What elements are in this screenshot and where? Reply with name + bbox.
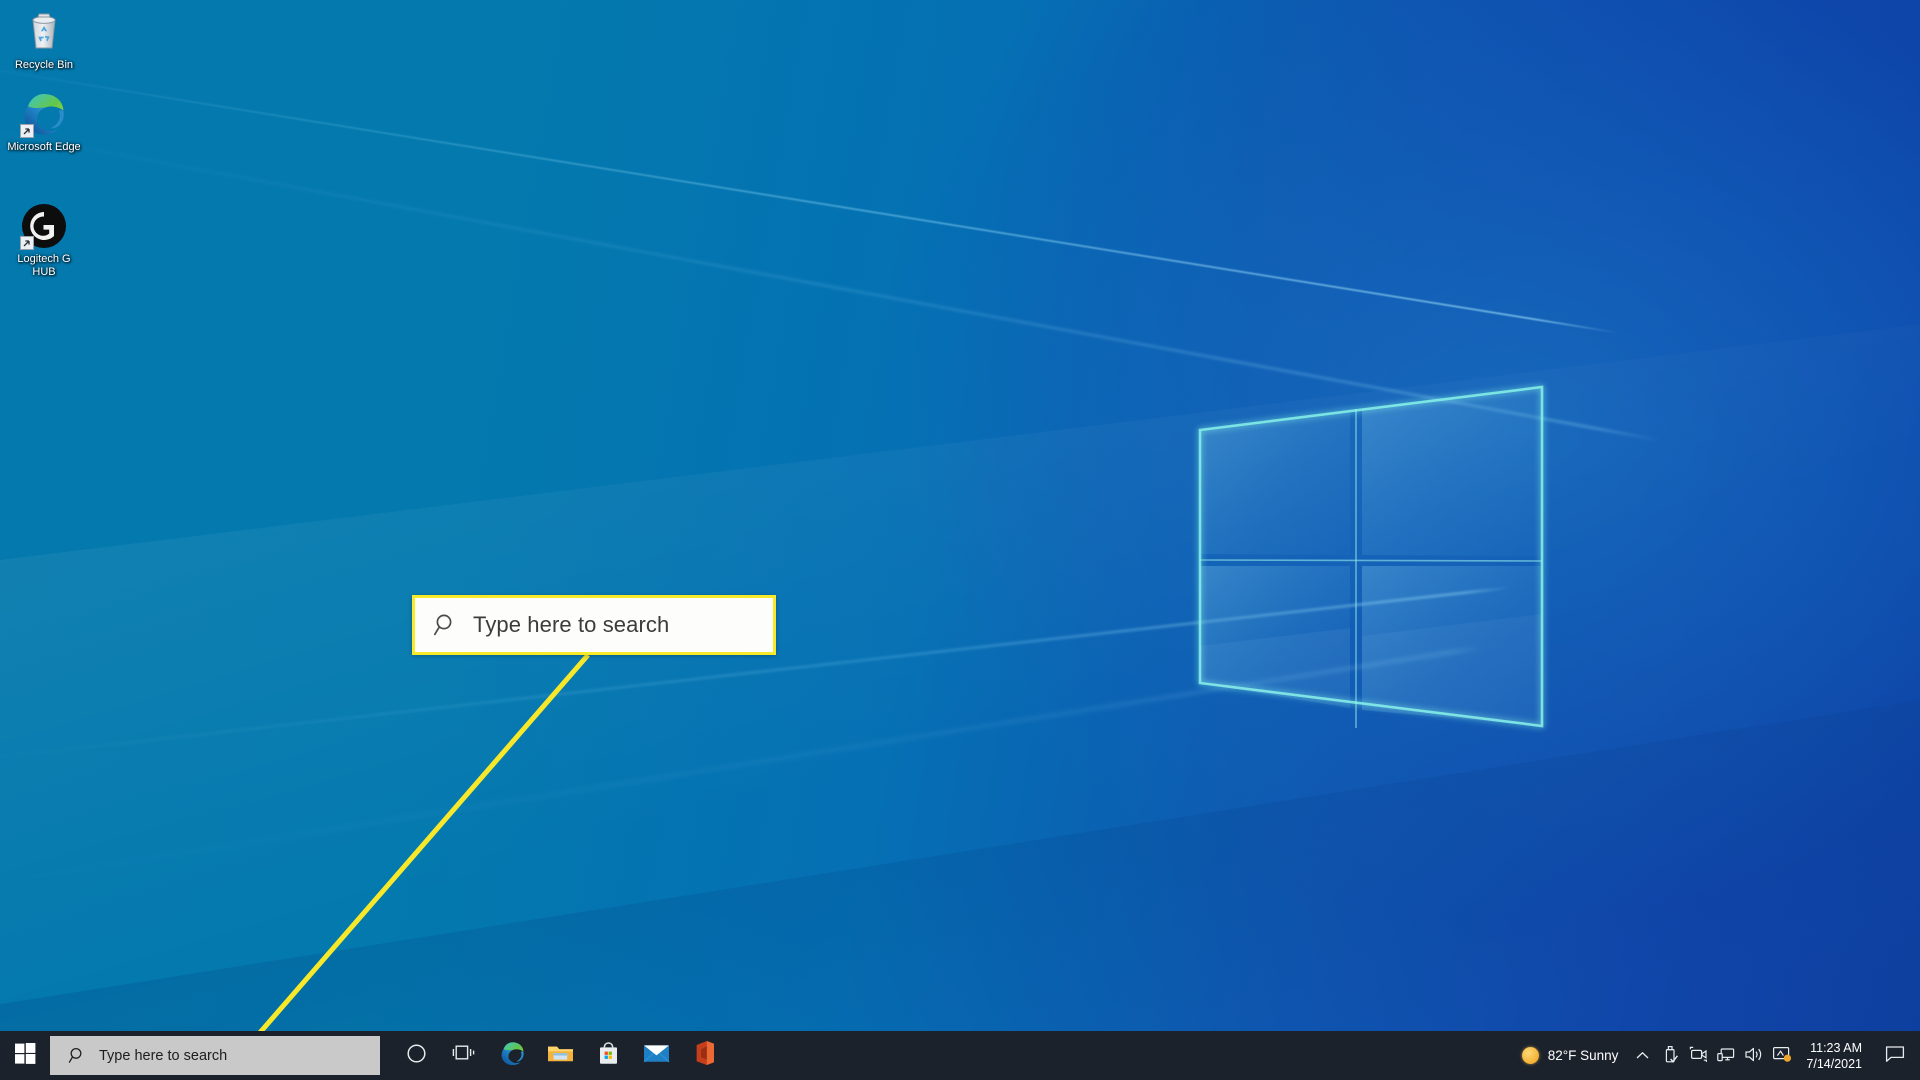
taskbar[interactable]: Type here to search 82°F Sunny 11:23 AM … [0, 1031, 1920, 1080]
display-alert-icon [1772, 1045, 1792, 1066]
start-button[interactable] [0, 1031, 50, 1080]
desktop-icon-logitech-g-hub[interactable]: Logitech G HUB [6, 202, 82, 279]
desktop-icon-label: Logitech G HUB [17, 253, 71, 278]
sun-icon [1521, 1047, 1539, 1064]
volume-button[interactable] [1740, 1031, 1768, 1080]
store-bag-icon [596, 1041, 621, 1071]
clock-date: 7/14/2021 [1806, 1056, 1862, 1071]
taskbar-item-office[interactable] [680, 1031, 728, 1080]
windows-logo-icon [14, 1042, 36, 1069]
desktop-icon-label: Microsoft Edge [7, 141, 81, 153]
clock-time: 11:23 AM [1810, 1040, 1862, 1055]
wallpaper-light-ray [0, 60, 1619, 334]
pointer-line [223, 653, 590, 1070]
search-icon [433, 612, 459, 638]
windows-hero-logo [1196, 378, 1546, 734]
taskbar-item-microsoft-edge[interactable] [488, 1031, 536, 1080]
wallpaper-light-ray [0, 120, 1661, 442]
taskbar-item-microsoft-store[interactable] [584, 1031, 632, 1080]
shortcut-arrow-icon [20, 236, 34, 250]
desktop-icon-recycle-bin[interactable]: Recycle Bin [6, 8, 82, 72]
shortcut-arrow-icon [20, 124, 34, 138]
desktop-icon-label: Recycle Bin [14, 59, 74, 71]
logitech-g-icon [20, 202, 68, 250]
wallpaper-floor-highlight [0, 324, 1920, 1080]
show-desktop-button[interactable] [1914, 1031, 1920, 1080]
weather-text: 82°F Sunny [1547, 1048, 1619, 1063]
desktop-icon-microsoft-edge[interactable]: Microsoft Edge [6, 90, 82, 154]
network-button[interactable] [1712, 1031, 1740, 1080]
search-input-placeholder: Type here to search [99, 1047, 228, 1064]
cortana-circle-icon [406, 1043, 427, 1069]
wallpaper-floor-shadow [0, 700, 1920, 1080]
speaker-icon [1744, 1046, 1764, 1066]
taskbar-app-buttons [392, 1031, 728, 1080]
clock[interactable]: 11:23 AM 7/14/2021 [1796, 1031, 1876, 1080]
edge-icon [20, 90, 68, 138]
taskbar-item-cortana[interactable] [392, 1031, 440, 1080]
callout-search-placeholder: Type here to search [473, 612, 670, 637]
recycle-bin-icon [20, 8, 68, 56]
taskbar-item-file-explorer[interactable] [536, 1031, 584, 1080]
wallpaper-light-ray [0, 645, 1482, 884]
action-center-button[interactable] [1876, 1031, 1914, 1080]
usb-icon [1662, 1045, 1679, 1067]
camera-button[interactable] [1684, 1031, 1712, 1080]
folder-icon [547, 1041, 574, 1070]
speech-bubble-icon [1885, 1045, 1905, 1066]
search-input[interactable]: Type here to search [50, 1036, 380, 1075]
taskbar-item-task-view[interactable] [440, 1031, 488, 1080]
desktop[interactable]: Recycle Bin Microsoft Edge Logitech G HU… [0, 0, 1920, 1080]
weather-widget[interactable]: 82°F Sunny [1516, 1031, 1629, 1080]
taskbar-item-mail[interactable] [632, 1031, 680, 1080]
office-icon [692, 1040, 716, 1071]
display-adapter-button[interactable] [1768, 1031, 1796, 1080]
envelope-icon [643, 1043, 670, 1069]
safely-remove-hardware-button[interactable] [1656, 1031, 1684, 1080]
search-box-callout: Type here to search [412, 595, 776, 655]
search-icon [68, 1046, 87, 1065]
system-tray: 82°F Sunny 11:23 AM 7/14/2021 [1516, 1031, 1920, 1080]
show-hidden-icons-button[interactable] [1628, 1031, 1656, 1080]
network-monitor-icon [1717, 1046, 1736, 1066]
task-view-icon [452, 1043, 476, 1068]
chevron-up-icon [1636, 1048, 1649, 1063]
edge-icon [499, 1040, 526, 1072]
webcam-icon [1689, 1046, 1708, 1066]
